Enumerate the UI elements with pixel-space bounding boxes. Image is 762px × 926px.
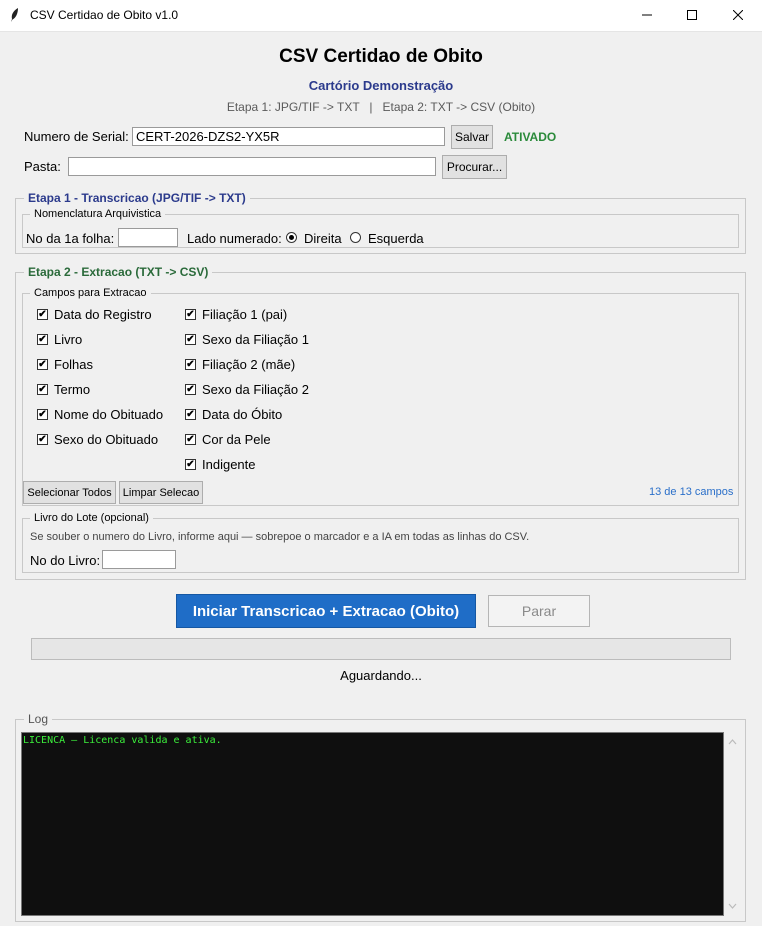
field-checkbox-row[interactable]: ✔ Sexo do Obituado (37, 430, 163, 448)
scroll-down-icon[interactable] (728, 903, 737, 909)
checkbox[interactable]: ✔ (37, 358, 48, 370)
stop-button[interactable]: Parar (488, 595, 590, 627)
start-button[interactable]: Iniciar Transcricao + Extracao (Obito) (176, 594, 476, 628)
log-line: LICENCA — Licenca valida e ativa. (23, 735, 222, 746)
checkbox[interactable]: ✔ (37, 333, 48, 345)
window-title: CSV Certidao de Obito v1.0 (30, 8, 179, 22)
checkbox[interactable]: ✔ (37, 308, 48, 320)
close-icon (732, 9, 744, 21)
checkbox[interactable]: ✔ (185, 408, 196, 420)
field-checkbox-row[interactable]: ✔ Sexo da Filiação 2 (185, 380, 309, 398)
window-titlebar: CSV Certidao de Obito v1.0 (0, 0, 762, 32)
field-label[interactable]: Nome do Obituado (54, 407, 163, 422)
serial-input[interactable]: CERT-2026-DZS2-YX5R (132, 127, 445, 146)
field-checkbox-row[interactable]: ✔ Data do Óbito (185, 405, 309, 423)
save-serial-button[interactable]: Salvar (451, 125, 493, 149)
log-scrollbar[interactable] (724, 732, 741, 916)
folder-label: Pasta: (24, 159, 61, 174)
field-label[interactable]: Sexo da Filiação 2 (202, 382, 309, 397)
field-checkbox-row[interactable]: ✔ Sexo da Filiação 1 (185, 330, 309, 348)
checkbox[interactable]: ✔ (185, 358, 196, 370)
side-right-radio[interactable] (286, 232, 297, 243)
scroll-up-icon[interactable] (728, 739, 737, 745)
checkbox[interactable]: ✔ (37, 383, 48, 395)
status-text: Aguardando... (340, 668, 422, 683)
side-right-label[interactable]: Direita (304, 231, 342, 246)
browse-button[interactable]: Procurar... (442, 155, 507, 179)
side-label: Lado numerado: (187, 231, 282, 246)
clear-selection-button[interactable]: Limpar Selecao (119, 481, 203, 504)
field-checkbox-row[interactable]: ✔ Termo (37, 380, 163, 398)
folder-input[interactable] (68, 157, 436, 176)
field-label[interactable]: Filiação 2 (mãe) (202, 357, 295, 372)
field-label[interactable]: Data do Registro (54, 307, 152, 322)
side-left-label[interactable]: Esquerda (368, 231, 424, 246)
app-title: CSV Certidao de Obito (279, 46, 483, 67)
stage1-title: Etapa 1 - Transcricao (JPG/TIF -> TXT) (24, 191, 250, 205)
field-label[interactable]: Sexo da Filiação 1 (202, 332, 309, 347)
serial-label: Numero de Serial: (24, 129, 129, 144)
field-label[interactable]: Livro (54, 332, 82, 347)
book-number-input[interactable] (102, 550, 176, 569)
side-left-radio[interactable] (350, 232, 361, 243)
maximize-button[interactable] (669, 0, 715, 31)
checkbox[interactable]: ✔ (185, 308, 196, 320)
minimize-button[interactable] (624, 0, 670, 31)
field-label[interactable]: Filiação 1 (pai) (202, 307, 287, 322)
close-button[interactable] (715, 0, 761, 31)
license-status: ATIVADO (504, 130, 557, 144)
checkbox[interactable]: ✔ (37, 408, 48, 420)
field-label[interactable]: Sexo do Obituado (54, 432, 158, 447)
field-checkbox-row[interactable]: ✔ Folhas (37, 355, 163, 373)
book-info-text: Se souber o numero do Livro, informe aqu… (30, 531, 530, 543)
log-output[interactable]: LICENCA — Licenca valida e ativa. (21, 732, 724, 916)
book-label: No do Livro: (30, 553, 101, 568)
field-label[interactable]: Indigente (202, 457, 256, 472)
checkbox[interactable]: ✔ (185, 433, 196, 445)
field-label[interactable]: Data do Óbito (202, 407, 282, 422)
fields-counter: 13 de 13 campos (649, 486, 734, 498)
book-title: Livro do Lote (opcional) (30, 512, 153, 524)
checkbox[interactable]: ✔ (185, 333, 196, 345)
field-checkbox-row[interactable]: ✔ Filiação 1 (pai) (185, 305, 309, 323)
field-checkbox-row[interactable]: ✔ Nome do Obituado (37, 405, 163, 423)
stage2-title: Etapa 2 - Extracao (TXT -> CSV) (24, 265, 213, 279)
field-checkbox-row[interactable]: ✔ Filiação 2 (mãe) (185, 355, 309, 373)
nomenclature-title: Nomenclatura Arquivistica (30, 208, 166, 220)
field-checkbox-row[interactable]: ✔ Cor da Pele (185, 430, 309, 448)
first-sheet-label: No da 1a folha: (26, 231, 115, 246)
office-name: Cartório Demonstração (308, 78, 454, 93)
feather-icon (10, 8, 20, 25)
field-label[interactable]: Folhas (54, 357, 93, 372)
progress-bar (31, 638, 731, 660)
steps-summary: Etapa 1: JPG/TIF -> TXT | Etapa 2: TXT -… (226, 100, 536, 114)
field-checkbox-row[interactable]: ✔ Livro (37, 330, 163, 348)
first-sheet-input[interactable] (118, 228, 178, 247)
minimize-icon (642, 14, 652, 16)
field-checkbox-row[interactable]: ✔ Data do Registro (37, 305, 163, 323)
fields-left-column: ✔ Data do Registro ✔ Livro ✔ Folhas ✔ Termo ✔ Nom… (37, 305, 163, 448)
checkbox[interactable]: ✔ (185, 383, 196, 395)
field-label[interactable]: Cor da Pele (202, 432, 271, 447)
maximize-icon (687, 10, 697, 20)
checkbox[interactable]: ✔ (37, 433, 48, 445)
log-title: Log (24, 712, 53, 726)
fields-title: Campos para Extracao (30, 287, 151, 299)
checkbox[interactable]: ✔ (185, 458, 196, 470)
field-checkbox-row[interactable]: ✔ Indigente (185, 455, 309, 473)
field-label[interactable]: Termo (54, 382, 90, 397)
select-all-button[interactable]: Selecionar Todos (23, 481, 116, 504)
fields-right-column: ✔ Filiação 1 (pai) ✔ Sexo da Filiação 1 ✔ Fil… (185, 305, 309, 473)
